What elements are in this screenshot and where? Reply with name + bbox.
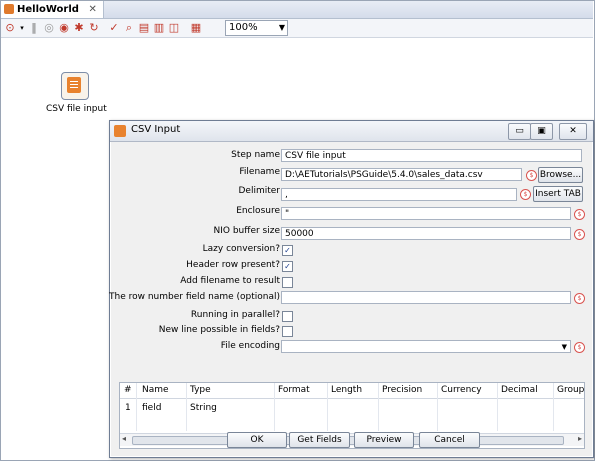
variable-icon: $ [574, 342, 585, 353]
header-row-label: Header row present? [186, 260, 280, 270]
debug-icon[interactable]: ✱ [73, 22, 85, 34]
scroll-left-icon[interactable]: ◂ [122, 434, 126, 443]
csv-file-icon [67, 77, 81, 93]
cancel-button[interactable]: Cancel [419, 432, 480, 448]
file-encoding-select[interactable]: ▼ [281, 340, 571, 353]
type-cell[interactable]: String [190, 403, 217, 413]
dialog-titlebar[interactable]: CSV Input ▭ ▣ ✕ [110, 121, 593, 142]
step-name-label: Step name [231, 150, 280, 160]
verify-icon[interactable]: ✓ [108, 22, 120, 34]
minimize-button[interactable]: ▭ [508, 123, 531, 140]
horizontal-scrollbar[interactable]: ◂ ▸ [120, 433, 584, 446]
variable-icon: $ [520, 189, 531, 200]
preview-button[interactable]: Preview [354, 432, 414, 448]
name-cell[interactable]: field [142, 403, 161, 413]
nio-buffer-label: NIO buffer size [213, 226, 281, 236]
ok-button[interactable]: OK [227, 432, 287, 448]
stop-icon[interactable]: ◎ [43, 22, 55, 34]
column-divider [437, 383, 438, 431]
row-number-field-input[interactable] [281, 291, 571, 304]
file-encoding-label: File encoding [220, 341, 280, 351]
column-header[interactable]: Name [142, 385, 169, 395]
column-header[interactable]: Type [190, 385, 211, 395]
lazy-conversion-checkbox[interactable]: ✓ [282, 245, 293, 256]
get-fields-button[interactable]: Get Fields [289, 432, 350, 448]
column-divider [378, 383, 379, 431]
new-line-fields-checkbox[interactable] [282, 326, 293, 337]
variable-icon: $ [526, 170, 537, 181]
column-divider [327, 383, 328, 431]
column-header[interactable]: Currency [441, 385, 482, 395]
column-header[interactable]: Decimal [501, 385, 538, 395]
column-divider [186, 383, 187, 431]
zoom-select[interactable]: 100% ▼ [225, 20, 288, 36]
column-header[interactable]: # [124, 385, 132, 395]
filename-input[interactable]: D:\AETutorials\PSGuide\5.4.0\sales_data.… [281, 168, 522, 181]
table-header: # Name Type Format Length Precision Curr… [120, 383, 584, 399]
column-header[interactable]: Precision [382, 385, 422, 395]
add-filename-label: Add filename to result [180, 276, 280, 286]
filename-label: Filename [239, 167, 280, 177]
header-row-checkbox[interactable]: ✓ [282, 261, 293, 272]
running-parallel-checkbox[interactable] [282, 311, 293, 322]
delimiter-input[interactable]: , [281, 188, 517, 201]
close-button[interactable]: ✕ [559, 123, 587, 140]
chevron-down-icon: ▼ [561, 343, 567, 351]
run-icon[interactable]: ⊙ [4, 22, 16, 34]
insert-tab-button[interactable]: Insert TAB [533, 186, 583, 202]
csv-input-dialog: CSV Input ▭ ▣ ✕ Step name CSV file input… [109, 120, 594, 458]
column-divider [136, 383, 137, 431]
zoom-value: 100% [229, 22, 258, 33]
close-icon[interactable]: ✕ [88, 4, 96, 15]
pause-icon[interactable]: ‖ [28, 22, 40, 34]
explore-db-icon[interactable]: ▥ [153, 22, 165, 34]
maximize-button[interactable]: ▣ [530, 123, 553, 140]
replay-icon[interactable]: ↻ [88, 22, 100, 34]
sql-icon[interactable]: ▤ [138, 22, 150, 34]
column-header[interactable]: Group [557, 385, 584, 395]
variable-icon: $ [574, 229, 585, 240]
column-divider [274, 383, 275, 431]
preview-icon[interactable]: ◉ [58, 22, 70, 34]
running-parallel-label: Running in parallel? [190, 310, 280, 320]
run-dropdown-icon[interactable]: ▾ [16, 22, 28, 34]
tab-title: HelloWorld [17, 4, 79, 15]
column-header[interactable]: Length [331, 385, 362, 395]
impact-icon[interactable]: ⌕ [123, 22, 135, 34]
chevron-down-icon: ▼ [278, 23, 285, 32]
csv-file-icon [114, 125, 126, 137]
step-name-input[interactable]: CSV file input [281, 149, 582, 162]
dialog-title: CSV Input [131, 124, 181, 135]
editor-toolbar: ⊙ ▾ ‖ ◎ ◉ ✱ ↻ ✓ ⌕ ▤ ▥ ◫ ▦ 100% ▼ [1, 19, 593, 38]
show-results-icon[interactable]: ▦ [190, 22, 202, 34]
nio-buffer-input[interactable]: 50000 [281, 227, 571, 240]
scroll-right-icon[interactable]: ▸ [578, 434, 582, 443]
column-divider [497, 383, 498, 431]
enclosure-label: Enclosure [236, 206, 280, 216]
dialog-body: Step name CSV file input Filename D:\AET… [109, 142, 592, 456]
column-divider [553, 383, 554, 431]
column-header[interactable]: Format [278, 385, 310, 395]
tab-helloworld[interactable]: HelloWorld ✕ [1, 1, 104, 18]
fields-table[interactable]: # Name Type Format Length Precision Curr… [119, 382, 585, 449]
add-filename-checkbox[interactable] [282, 277, 293, 288]
database-icon[interactable]: ◫ [168, 22, 180, 34]
row-number-field-label: The row number field name (optional) [109, 292, 280, 302]
browse-button[interactable]: Browse... [538, 167, 583, 183]
row-number-cell: 1 [125, 403, 131, 413]
delimiter-label: Delimiter [238, 186, 280, 196]
lazy-conversion-label: Lazy conversion? [202, 244, 280, 254]
step-label: CSV file input [46, 104, 107, 114]
csv-file-input-step[interactable] [61, 72, 89, 100]
editor-tabbar: HelloWorld ✕ [1, 1, 593, 19]
transformation-icon [4, 4, 14, 14]
new-line-fields-label: New line possible in fields? [158, 325, 280, 335]
variable-icon: $ [574, 293, 585, 304]
variable-icon: $ [574, 209, 585, 220]
enclosure-input[interactable]: " [281, 207, 571, 220]
